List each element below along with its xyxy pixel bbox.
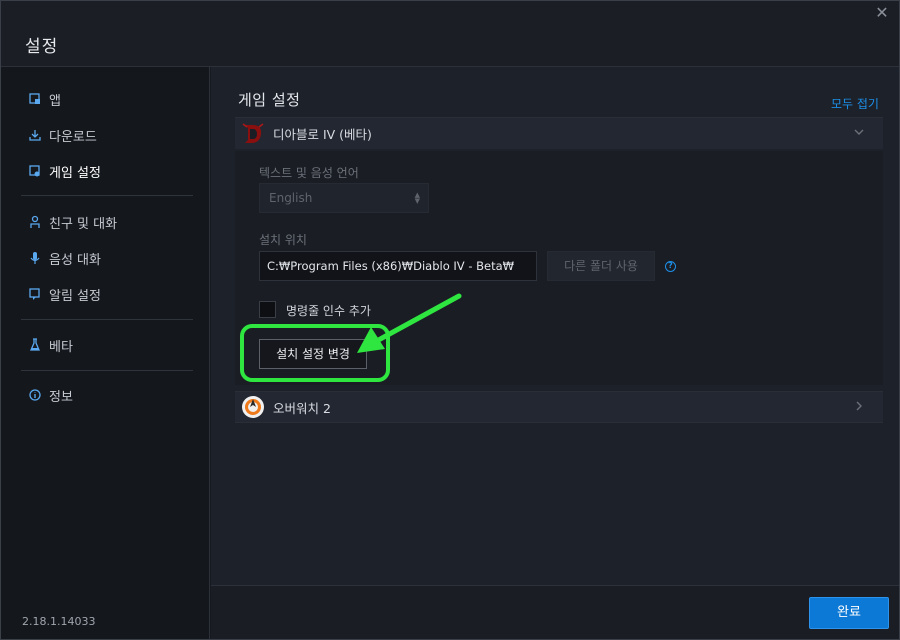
language-select[interactable]: English ▲ ▼ — [259, 183, 429, 213]
diablo-logo-icon — [241, 122, 265, 146]
info-icon — [29, 388, 41, 402]
done-button[interactable]: 완료 — [809, 597, 889, 629]
game-name: 디아블로 IV (베타) — [273, 127, 372, 142]
cmd-args-checkbox[interactable] — [259, 301, 276, 318]
sidebar-item-game-settings[interactable]: 게임 설정 — [29, 161, 101, 181]
sidebar-item-info[interactable]: 정보 — [29, 385, 73, 405]
game-name: 오버워치 2 — [273, 400, 331, 416]
overwatch-logo-icon — [241, 395, 265, 419]
sidebar-item-voice-chat[interactable]: 음성 대화 — [29, 248, 101, 268]
sidebar-item-notifications[interactable]: 알림 설정 — [29, 284, 101, 304]
sidebar-item-label: 다운로드 — [49, 129, 97, 145]
beaker-icon — [29, 338, 41, 352]
sidebar-item-friends[interactable]: 친구 및 대화 — [29, 212, 117, 232]
sidebar-divider — [21, 370, 193, 371]
sidebar-item-label: 게임 설정 — [49, 165, 101, 181]
version-label: 2.18.1.14033 — [22, 615, 96, 628]
window-title: 설정 — [25, 37, 59, 57]
game-header-overwatch[interactable]: 오버워치 2 — [235, 391, 883, 423]
select-arrows-icon: ▲ ▼ — [414, 191, 420, 205]
sidebar-item-label: 음성 대화 — [49, 252, 101, 268]
sidebar-item-app[interactable]: 앱 — [29, 89, 61, 109]
sidebar-divider — [21, 195, 193, 196]
chevron-right-icon[interactable] — [853, 400, 867, 414]
microphone-icon — [29, 251, 41, 265]
settings-window: 설정 ✕ 앱 다운로드 게임 설정 친구 및 대화 음성 대화 알림 설정 베타… — [0, 0, 900, 640]
title-bar: 설정 ✕ — [1, 1, 899, 67]
game-settings-icon — [29, 164, 41, 178]
friends-icon — [29, 215, 41, 229]
install-path-input[interactable]: C:₩Program Files (x86)₩Diablo IV - Beta₩ — [259, 251, 537, 281]
collapse-all-link[interactable]: 모두 접기 — [831, 95, 879, 112]
sidebar-item-label: 정보 — [49, 389, 73, 405]
sidebar-item-label: 앱 — [49, 93, 61, 109]
language-value: English — [269, 191, 313, 205]
app-icon — [29, 92, 41, 106]
sidebar: 앱 다운로드 게임 설정 친구 및 대화 음성 대화 알림 설정 베타 정보 2… — [1, 67, 210, 639]
game-header-diablo[interactable]: 디아블로 IV (베타) — [235, 117, 883, 149]
help-icon[interactable]: ? — [665, 261, 676, 272]
sidebar-divider — [21, 319, 193, 320]
language-label: 텍스트 및 음성 언어 — [259, 166, 359, 180]
sidebar-item-label: 알림 설정 — [49, 288, 101, 304]
section-title: 게임 설정 — [238, 91, 301, 109]
footer: 완료 — [211, 585, 899, 639]
sidebar-item-label: 베타 — [49, 339, 73, 355]
other-folder-button[interactable]: 다른 폴더 사용 — [547, 251, 655, 281]
sidebar-item-beta[interactable]: 베타 — [29, 335, 73, 355]
highlight-arrow — [357, 293, 462, 353]
sidebar-item-download[interactable]: 다운로드 — [29, 125, 97, 145]
sidebar-item-label: 친구 및 대화 — [49, 216, 118, 232]
chevron-down-icon[interactable] — [853, 126, 867, 140]
download-icon — [29, 128, 41, 142]
install-location-label: 설치 위치 — [259, 233, 307, 247]
notification-icon — [29, 287, 41, 301]
close-icon[interactable]: ✕ — [871, 3, 893, 25]
